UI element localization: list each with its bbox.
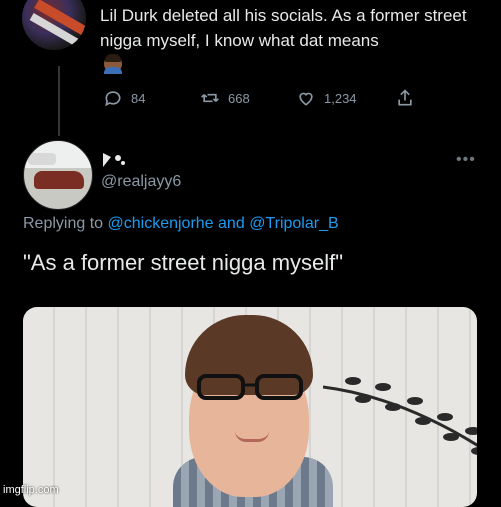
man-emoji-icon	[104, 54, 122, 74]
share-icon	[398, 89, 412, 106]
retweet-icon	[201, 93, 219, 103]
replying-user-1[interactable]: @chickenjorhe	[108, 215, 214, 232]
retweet-button[interactable]: 668	[200, 88, 250, 108]
more-dots-icon[interactable]: •••	[456, 151, 476, 169]
reply-author-avatar[interactable]	[23, 140, 93, 210]
reply-text: "As a former street nigga myself"	[23, 250, 344, 275]
reply-icon	[105, 91, 121, 107]
replying-prefix: Replying to	[23, 215, 104, 232]
like-count: 1,234	[324, 90, 357, 106]
replying-user-2[interactable]: @Tripolar_B	[249, 215, 338, 232]
retweet-count: 668	[228, 90, 250, 106]
thread-connector-line	[58, 66, 60, 136]
tweet-text: Lil Durk deleted all his socials. As a f…	[100, 6, 467, 50]
tweet-actions: 84 668 1,234	[103, 88, 423, 110]
name-glyph-icon	[103, 153, 125, 167]
reply-count: 84	[131, 90, 146, 106]
attached-photo[interactable]	[23, 307, 477, 507]
glasses-graphic	[197, 374, 303, 400]
reply-button[interactable]: 84	[103, 88, 145, 108]
replying-to-line: Replying to @chickenjorhe and @Tripolar_…	[23, 215, 339, 233]
author-avatar[interactable]	[22, 0, 86, 50]
heart-icon	[299, 92, 313, 106]
imgflip-watermark: imgflip.com	[3, 484, 59, 496]
reply-handle[interactable]: @realjayy6	[101, 173, 181, 191]
avatar-car-white	[28, 153, 56, 165]
avatar-car-red	[34, 171, 84, 189]
wall-branch-decoration	[323, 377, 477, 455]
like-button[interactable]: 1,234	[296, 88, 357, 108]
share-button[interactable]	[395, 88, 415, 108]
replying-and: and	[218, 215, 245, 232]
